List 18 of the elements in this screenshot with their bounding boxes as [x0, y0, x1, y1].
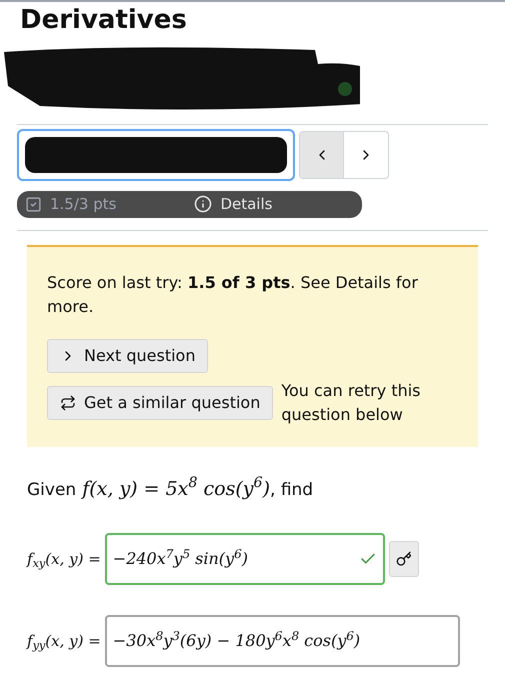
- checkbox-icon: [25, 196, 42, 213]
- points-text: 1.5/3 pts: [50, 194, 116, 215]
- answer-label: f$_{xy}$(x, y) =: [27, 548, 101, 570]
- similar-question-button[interactable]: Get a similar question: [47, 386, 274, 420]
- question-prompt: Given f(x, y) = 5x$^{8}$ cos(y$^{6}$), find: [27, 474, 314, 502]
- answer-field[interactable]: −30x$^{8}$y$^{3}$(6y) − 180y$^{6}$x$^{8}$ cos(y$^{6}$): [104, 615, 460, 667]
- key-icon: [396, 551, 412, 567]
- page-title: Derivatives: [20, 4, 188, 36]
- answer-label: f$_{yy}$(x, y) =: [27, 630, 101, 652]
- answer-field[interactable]: −240x$^{7}$y$^{5}$ sin(y$^{6}$): [104, 533, 385, 585]
- retry-note: You can retry this question below: [281, 380, 422, 426]
- details-link[interactable]: Details: [220, 193, 272, 216]
- next-question-button[interactable]: Next question: [47, 338, 208, 372]
- repeat-icon: [60, 394, 76, 410]
- question-select[interactable]: [17, 129, 295, 181]
- score-message: Score on last try: 1.5 of 3 pts. See Details for more.: [47, 272, 419, 318]
- key-button[interactable]: [388, 541, 419, 577]
- info-icon: [194, 195, 212, 214]
